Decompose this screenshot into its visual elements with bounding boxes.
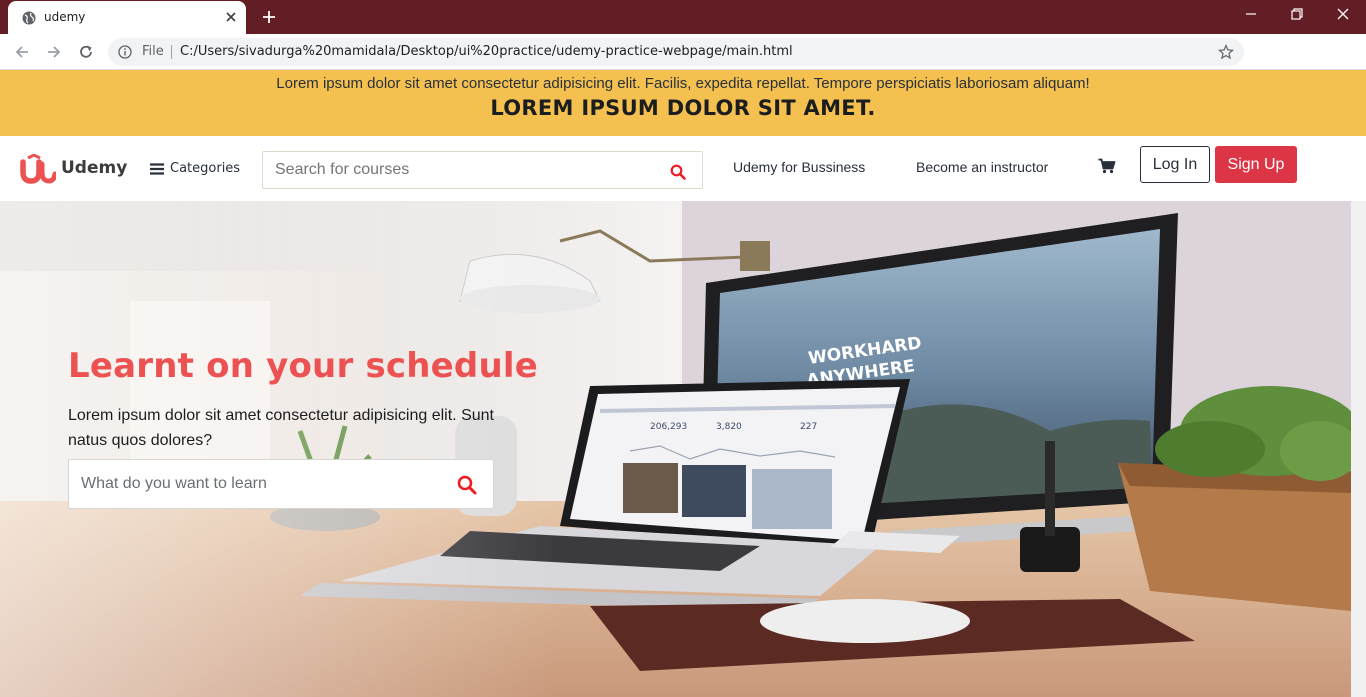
hero-title: Learnt on your schedule: [68, 346, 538, 386]
close-window-icon[interactable]: [1335, 6, 1351, 22]
udemy-logo-icon: [20, 154, 56, 184]
page-scrollbar[interactable]: [1351, 201, 1366, 697]
plus-icon[interactable]: [261, 9, 277, 25]
hamburger-icon: [150, 163, 164, 175]
restore-icon[interactable]: [1289, 6, 1305, 22]
cart-icon[interactable]: [1098, 158, 1116, 174]
close-icon[interactable]: [224, 10, 238, 24]
laptop-stat-1: 206,293: [650, 422, 687, 432]
minimize-icon[interactable]: [1243, 6, 1259, 22]
omnibox-divider: [171, 45, 172, 59]
logo-text: Udemy: [61, 158, 128, 178]
star-icon[interactable]: [1218, 44, 1234, 60]
hero-search-input[interactable]: What do you want to learn: [81, 475, 267, 493]
search-icon[interactable]: [670, 164, 686, 180]
login-button[interactable]: Log In: [1140, 146, 1210, 183]
categories-label: Categories: [170, 161, 241, 176]
forward-arrow-icon[interactable]: [45, 43, 63, 61]
address-field[interactable]: File C:/Users/sivadurga%20mamidala/Deskt…: [108, 38, 1244, 66]
hero-section: WORKHARD ANYWHERE 206,293 3,820 227 Lear…: [0, 201, 1351, 697]
file-scheme-label: File: [142, 44, 164, 59]
browser-toolbar: File C:/Users/sivadurga%20mamidala/Deskt…: [0, 34, 1366, 97]
url-text[interactable]: C:/Users/sivadurga%20mamidala/Desktop/ui…: [180, 44, 793, 59]
laptop-stat-3: 227: [800, 422, 817, 432]
hero-search-bar[interactable]: What do you want to learn: [68, 459, 494, 509]
info-icon[interactable]: [118, 45, 132, 59]
tab-title: udemy: [44, 10, 86, 24]
globe-icon: [22, 11, 36, 25]
browser-titlebar: udemy: [0, 0, 1366, 34]
course-search-input[interactable]: Search for courses: [275, 161, 409, 179]
announcement-banner: Lorem ipsum dolor sit amet consectetur a…: [0, 70, 1366, 136]
browser-tab[interactable]: udemy: [8, 1, 246, 34]
back-arrow-icon[interactable]: [13, 43, 31, 61]
course-search-bar[interactable]: Search for courses: [262, 151, 703, 189]
signup-button[interactable]: Sign Up: [1215, 146, 1297, 183]
reload-icon[interactable]: [77, 43, 95, 61]
search-icon[interactable]: [457, 475, 477, 495]
hero-subtitle: Lorem ipsum dolor sit amet consectetur a…: [68, 407, 494, 449]
banner-heading: LOREM IPSUM DOLOR SIT AMET.: [490, 96, 876, 120]
site-header: Udemy Categories Search for courses Udem…: [0, 136, 1366, 201]
udemy-business-link[interactable]: Udemy for Bussiness: [733, 159, 865, 175]
banner-text: Lorem ipsum dolor sit amet consectetur a…: [276, 75, 1090, 92]
laptop-stat-2: 3,820: [716, 422, 742, 432]
become-instructor-link[interactable]: Become an instructor: [916, 159, 1048, 175]
